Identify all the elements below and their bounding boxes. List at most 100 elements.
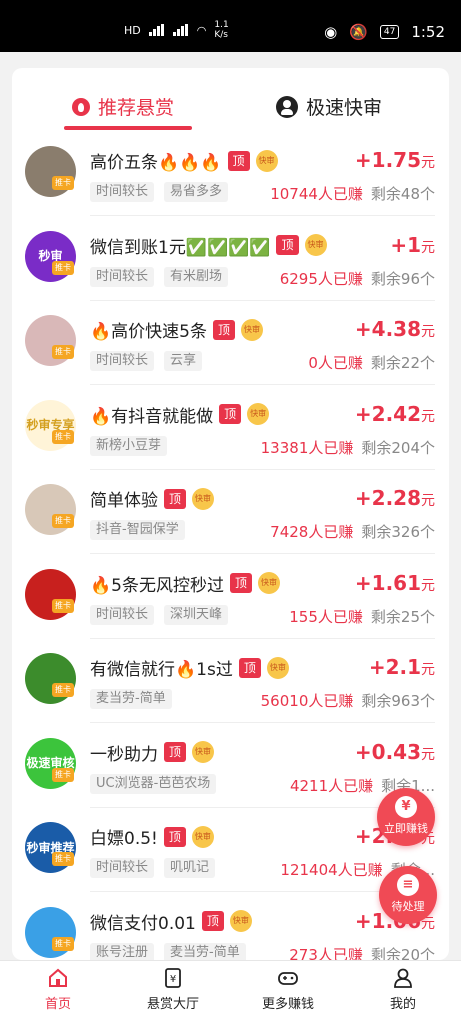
avatar-badge: 推卡: [52, 260, 74, 275]
mute-icon: 🔕: [349, 23, 368, 41]
top-badge: 顶: [219, 404, 242, 424]
signal-icon-2: [172, 24, 189, 36]
reward-amount: +2.42: [354, 401, 421, 426]
task-title-text: 一秒助力: [90, 744, 158, 765]
avatar-badge: 推卡: [52, 598, 74, 613]
top-badge: 顶: [229, 573, 252, 593]
fast-review-badge: 快审: [192, 487, 215, 510]
task-row[interactable]: 极速审核 推卡 一秒助力 顶 快审 +0.43元 UC浏览器-芭芭农场 4211…: [12, 724, 449, 808]
avatar-badge: 推卡: [52, 936, 74, 951]
task-title: 一秒助力 顶 快审: [90, 740, 215, 765]
svg-text:¥: ¥: [170, 974, 176, 985]
remaining-count: 剩余22个: [370, 354, 435, 372]
task-tag: 麦当劳-简单: [164, 942, 246, 960]
task-row[interactable]: 推卡 高价五条🔥🔥🔥 顶 快审 +1.75元 时间较长 易省多多 10744人已赚…: [12, 132, 449, 216]
fast-review-badge: 快审: [247, 403, 270, 425]
tab-indicator: [64, 126, 192, 130]
tabbar-reward-hall[interactable]: ¥ 悬赏大厅: [123, 967, 223, 1012]
task-title: 简单体验 顶 快审: [90, 486, 215, 511]
remaining-count: 剩余326个: [361, 523, 435, 541]
task-tag: 抖音-智园保学: [90, 520, 185, 540]
task-tags: 新榜小豆芽: [90, 435, 168, 456]
reward-unit: 元: [421, 662, 435, 678]
fast-review-badge: 快审: [241, 318, 263, 341]
task-stats: 13381人已赚 剩余204个: [261, 437, 435, 458]
tabbar-more-earn[interactable]: 更多赚钱: [238, 967, 338, 1012]
reward-unit: 元: [421, 155, 435, 171]
fast-review-badge: 快审: [229, 910, 252, 932]
task-tags: 账号注册 麦当劳-简单: [90, 942, 246, 960]
reward-unit: 元: [421, 239, 435, 256]
task-tabs: 推荐悬赏 极速快审: [12, 68, 449, 132]
gamepad-icon: [278, 972, 298, 985]
task-tag: UC浏览器-芭芭农场: [90, 773, 217, 794]
task-row[interactable]: 推卡 🔥5条无风控秒过 顶 快审 +1.61元 时间较长 深圳天峰 155人已赚剩…: [12, 555, 449, 639]
task-stats: 273人已赚 剩余20个: [289, 944, 435, 961]
reward-unit: 元: [421, 746, 435, 763]
tab-label: 推荐悬赏: [98, 97, 175, 119]
task-title: 微信支付0.01 顶 快审: [90, 909, 252, 934]
task-title-text: 🔥有抖音就能做: [90, 406, 214, 427]
task-tag: 叽叽记: [164, 858, 216, 878]
earned-count: 273人已赚: [289, 945, 363, 961]
avatar-badge: 推卡: [52, 852, 74, 866]
tabbar-home[interactable]: 首页: [8, 967, 108, 1012]
top-badge: 顶: [164, 488, 187, 509]
task-tag: 易省多多: [164, 182, 229, 202]
reward-amount: +1: [390, 232, 421, 257]
home-icon: [49, 968, 67, 987]
task-stats: 0人已赚 剩余22个: [308, 352, 435, 373]
reward-unit: 元: [421, 493, 435, 509]
tab-fast-review[interactable]: 极速快审: [276, 93, 382, 120]
task-row[interactable]: 秒审 推卡 微信到账1元✅✅✅✅ 顶 快审 +1元 时间较长 有米剧场 6295人…: [12, 217, 449, 301]
task-tags: UC浏览器-芭芭农场: [90, 773, 217, 794]
pending-button[interactable]: ≡ 待处理: [379, 866, 437, 924]
tabbar-label: 我的: [389, 997, 416, 1012]
task-reward: +1.61元: [355, 571, 435, 595]
tabbar-label: 悬赏大厅: [146, 997, 199, 1012]
earned-count: 155人已赚: [289, 607, 363, 626]
earned-count: 13381人已赚: [260, 438, 354, 457]
task-title-text: 🔥5条无风控秒过: [90, 575, 224, 596]
reward-amount: +4.38: [354, 317, 421, 341]
task-title: 🔥有抖音就能做 顶 快审: [90, 402, 270, 427]
task-row[interactable]: 推卡 简单体验 顶 快审 +2.28元 抖音-智园保学 7428人已赚 剩余326…: [12, 470, 449, 554]
hd-indicator: HD: [124, 23, 141, 37]
remaining-count: 剩余25个: [370, 607, 435, 626]
task-row[interactable]: 推卡 有微信就行🔥1s过 顶 快审 +2.1元 麦当劳-简单 56010人已赚剩…: [12, 639, 449, 723]
tab-recommended[interactable]: 推荐悬赏: [72, 93, 174, 120]
task-stats: 7428人已赚 剩余326个: [270, 521, 435, 542]
top-badge: 顶: [227, 150, 250, 171]
list-icon: ≡: [397, 874, 419, 896]
top-badge: 顶: [164, 742, 187, 762]
task-tags: 时间较长 易省多多: [90, 182, 229, 202]
task-tag: 新榜小豆芽: [90, 435, 168, 456]
top-badge: 顶: [212, 319, 235, 340]
task-tag: 时间较长: [90, 604, 155, 625]
yuan-icon: ¥: [395, 796, 417, 818]
task-title-text: 有微信就行🔥1s过: [90, 660, 233, 680]
reward-hall-icon: ¥: [165, 968, 181, 988]
reward-unit: 元: [421, 408, 435, 425]
earned-count: 56010人已赚: [260, 692, 354, 710]
reward-amount: +1.61: [354, 570, 421, 595]
user-icon: [276, 95, 298, 118]
avatar-badge: 推卡: [52, 345, 74, 359]
task-tags: 时间较长 叽叽记: [90, 858, 216, 878]
status-bar: HD ◠ 1.1 K/s ◉ 🔕 47 1:52: [0, 0, 461, 52]
task-title: 白嫖0.5! 顶 快审: [90, 824, 214, 849]
task-tag: 时间较长: [90, 858, 155, 878]
task-row[interactable]: 推卡 🔥高价快速5条 顶 快审 +4.38元 时间较长 云享 0人已赚 剩余22个: [12, 301, 449, 385]
task-tag: 账号注册: [90, 942, 155, 960]
earn-now-button[interactable]: ¥ 立即赚钱: [377, 788, 435, 846]
remaining-count: 剩余96个: [370, 269, 435, 288]
pending-label: 待处理: [391, 900, 425, 913]
task-tag: 时间较长: [90, 266, 155, 287]
reward-unit: 元: [421, 577, 435, 594]
top-badge: 顶: [238, 657, 261, 678]
reward-amount: +2.1: [368, 655, 421, 679]
tabbar-profile[interactable]: 我的: [353, 967, 453, 1012]
reward-amount: +0.43: [354, 739, 421, 764]
remaining-count: 剩余48个: [370, 185, 435, 203]
task-row[interactable]: 秒审专享 推卡 🔥有抖音就能做 顶 快审 +2.42元 新榜小豆芽 13381人…: [12, 386, 449, 470]
